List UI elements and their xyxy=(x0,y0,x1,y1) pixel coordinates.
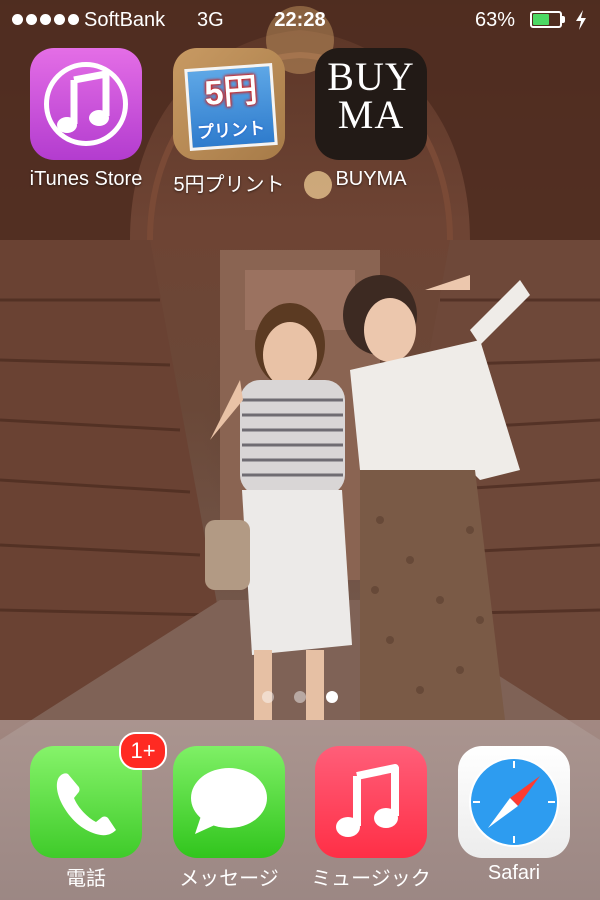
safari-compass-icon[interactable] xyxy=(458,746,570,858)
music-icon[interactable] xyxy=(315,746,427,858)
dock-app-label: Safari xyxy=(487,862,541,884)
dock-app-safari[interactable]: Safari xyxy=(439,746,589,885)
battery-level-fill xyxy=(533,14,549,25)
page-indicator[interactable] xyxy=(0,691,600,703)
dock: 1+ 電話 メッセージ ミュージック Safari xyxy=(0,720,600,900)
charging-bolt-icon xyxy=(576,10,586,30)
battery-icon xyxy=(530,11,566,28)
5yen-print-icon[interactable]: 5円 プリント xyxy=(173,48,285,160)
app-label: iTunes Store xyxy=(29,168,143,190)
app-buyma[interactable]: BUY MA BUYMA xyxy=(296,48,446,191)
dock-app-label: 電話 xyxy=(66,868,106,890)
itunes-store-icon[interactable] xyxy=(30,48,142,160)
dock-app-messages[interactable]: メッセージ xyxy=(154,746,304,891)
app-5yen-print[interactable]: 5円 プリント 5円プリント xyxy=(154,48,304,197)
dock-app-music[interactable]: ミュージック xyxy=(296,746,446,891)
print-tile-main-text: 5円 xyxy=(203,71,259,113)
page-dot[interactable] xyxy=(294,691,306,703)
app-itunes-store[interactable]: iTunes Store xyxy=(11,48,161,191)
messages-icon[interactable] xyxy=(173,746,285,858)
status-bar: SoftBank 3G 22:28 63% xyxy=(0,0,600,40)
app-label: 5円プリント xyxy=(173,174,285,196)
buyma-icon[interactable]: BUY MA xyxy=(315,48,427,160)
page-dot[interactable] xyxy=(262,691,274,703)
dock-app-phone[interactable]: 1+ 電話 xyxy=(11,732,167,891)
buyma-logo-top: BUY xyxy=(327,54,415,99)
dock-app-label: ミュージック xyxy=(311,868,431,890)
page-dot[interactable] xyxy=(326,691,338,703)
buyma-logo-bottom: MA xyxy=(337,92,405,137)
app-label: BUYMA xyxy=(335,168,407,190)
battery-percent: 63% xyxy=(475,9,516,31)
dock-app-label: メッセージ xyxy=(179,868,279,890)
